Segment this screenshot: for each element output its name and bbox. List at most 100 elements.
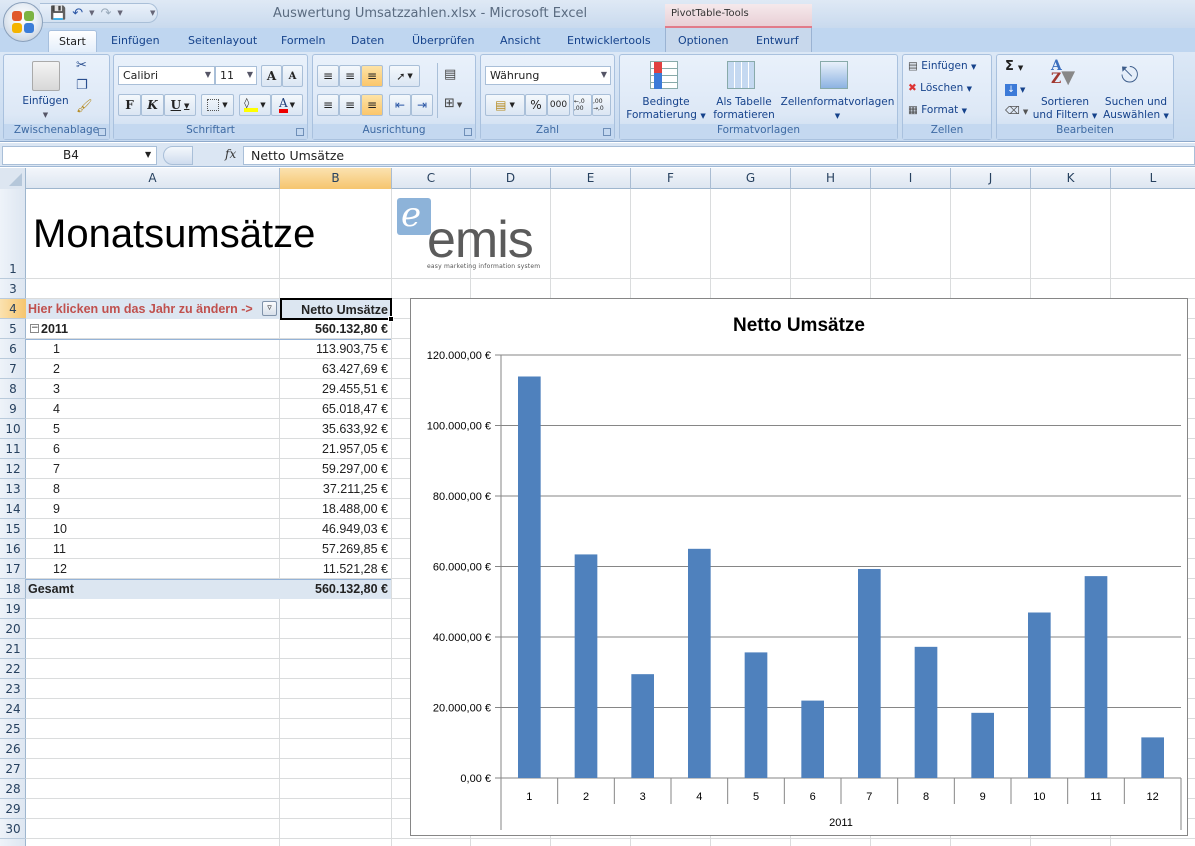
tab-seitenlayout[interactable]: Seitenlayout (178, 30, 267, 52)
undo-icon[interactable]: ↶ (72, 7, 83, 20)
row-header-5[interactable]: 5 (0, 319, 26, 339)
redo-dropdown-icon[interactable]: ▼ (117, 9, 122, 17)
pivot-filter-button[interactable]: ▿ (262, 301, 277, 316)
select-all-button[interactable] (0, 168, 26, 189)
increase-decimal-button[interactable]: ←,0 ,00 (573, 94, 592, 116)
row-header-24[interactable]: 24 (0, 699, 26, 719)
tab-entwurf[interactable]: Entwurf (746, 30, 809, 52)
tab-start[interactable]: Start (48, 30, 97, 52)
borders-button[interactable]: ▼ (201, 94, 234, 116)
row-header-25[interactable]: 25 (0, 719, 26, 739)
column-header-h[interactable]: H (791, 168, 871, 189)
shrink-font-button[interactable]: A (282, 65, 303, 87)
row-header-16[interactable]: 16 (0, 539, 26, 559)
chart-netto-umsaetze[interactable]: Netto Umsätze 0,00 € 20.000,00 € 40.000,00 … (410, 298, 1188, 836)
font-size-select[interactable]: 11 ▼ (215, 66, 257, 85)
row-header-28[interactable]: 28 (0, 779, 26, 799)
row-header-30[interactable]: 30 (0, 819, 26, 839)
align-left-button[interactable]: ≡ (317, 94, 339, 116)
alignment-launcher-icon[interactable] (464, 128, 472, 136)
paste-button[interactable]: Einfügen ▼ (18, 95, 73, 122)
cut-icon[interactable]: ✂ (76, 58, 87, 73)
row-header-10[interactable]: 10 (0, 419, 26, 439)
insert-function-icon[interactable]: fx (225, 147, 236, 161)
increase-indent-button[interactable]: ⇥ (411, 94, 433, 116)
tab-entwicklertools[interactable]: Entwicklertools (557, 30, 661, 52)
copy-icon[interactable]: ❐ (76, 78, 88, 93)
row-header-13[interactable]: 13 (0, 479, 26, 499)
number-launcher-icon[interactable] (603, 128, 611, 136)
row-header-14[interactable]: 14 (0, 499, 26, 519)
align-center-button[interactable]: ≡ (339, 94, 361, 116)
orientation-button[interactable]: ➚ ▼ (389, 65, 420, 87)
formula-bar-expander[interactable] (163, 146, 193, 165)
clipboard-launcher-icon[interactable] (98, 128, 106, 136)
number-format-select[interactable]: Währung ▼ (485, 66, 611, 85)
row-header-4[interactable]: 4 (0, 299, 26, 319)
customize-qat-icon[interactable]: ▼ (150, 9, 155, 17)
row-header-20[interactable]: 20 (0, 619, 26, 639)
align-right-button[interactable]: ≡ (361, 94, 383, 116)
office-button[interactable] (3, 2, 43, 42)
collapse-icon[interactable]: − (30, 324, 39, 333)
column-header-a[interactable]: A (26, 168, 280, 189)
delete-cells-button[interactable]: ✖ Löschen ▼ (908, 82, 972, 96)
row-header-23[interactable]: 23 (0, 679, 26, 699)
align-top-button[interactable]: ≡ (317, 65, 339, 87)
row-header-21[interactable]: 21 (0, 639, 26, 659)
row-header-15[interactable]: 15 (0, 519, 26, 539)
conditional-formatting-button[interactable]: Bedingte Formatierung ▼ (622, 96, 710, 123)
align-middle-button[interactable]: ≡ (339, 65, 361, 87)
row-header-8[interactable]: 8 (0, 379, 26, 399)
name-box[interactable]: B4 (2, 146, 157, 165)
row-header-26[interactable]: 26 (0, 739, 26, 759)
font-launcher-icon[interactable] (296, 128, 304, 136)
bold-button[interactable]: F (118, 94, 141, 116)
column-header-l[interactable]: L (1111, 168, 1195, 189)
formula-input[interactable]: Netto Umsätze (243, 146, 1195, 165)
clear-button[interactable]: ⌫ ▼ (1005, 105, 1028, 119)
sort-filter-button[interactable]: Sortieren und Filtern ▼ (1031, 96, 1099, 123)
pivot-value-header[interactable]: Netto Umsätze (280, 298, 392, 320)
column-header-i[interactable]: I (871, 168, 951, 189)
tab-ansicht[interactable]: Ansicht (490, 30, 551, 52)
column-header-c[interactable]: C (392, 168, 471, 189)
row-header-7[interactable]: 7 (0, 359, 26, 379)
row-header-1[interactable]: 1 (0, 189, 26, 279)
row-header-22[interactable]: 22 (0, 659, 26, 679)
fill-button[interactable]: ↓ ▼ (1005, 83, 1025, 97)
insert-cells-button[interactable]: ▤ Einfügen ▼ (908, 60, 976, 74)
row-header-17[interactable]: 17 (0, 559, 26, 579)
font-color-button[interactable]: A ▼ (271, 94, 303, 116)
font-name-select[interactable]: Calibri ▼ (118, 66, 215, 85)
format-painter-icon[interactable]: 🖌 (76, 99, 93, 114)
row-header-18[interactable]: 18 (0, 579, 26, 599)
tab-einfuegen[interactable]: Einfügen (101, 30, 170, 52)
redo-icon[interactable]: ↷ (100, 7, 111, 20)
row-header-6[interactable]: 6 (0, 339, 26, 359)
row-header-19[interactable]: 19 (0, 599, 26, 619)
row-header-11[interactable]: 11 (0, 439, 26, 459)
decrease-decimal-button[interactable]: ,00 →,0 (592, 94, 611, 116)
align-bottom-button[interactable]: ≡ (361, 65, 383, 87)
column-header-k[interactable]: K (1031, 168, 1111, 189)
column-header-g[interactable]: G (711, 168, 791, 189)
tab-optionen[interactable]: Optionen (668, 30, 738, 52)
column-header-j[interactable]: J (951, 168, 1031, 189)
undo-dropdown-icon[interactable]: ▼ (89, 9, 94, 17)
thousands-separator-button[interactable]: 000 (547, 94, 570, 116)
column-header-e[interactable]: E (551, 168, 631, 189)
autosum-button[interactable]: Σ ▼ (1005, 60, 1023, 75)
cell-styles-button[interactable]: Zellenformatvorlagen ▼ (780, 96, 895, 123)
save-icon[interactable]: 💾 (50, 7, 66, 20)
italic-button[interactable]: K (141, 94, 164, 116)
decrease-indent-button[interactable]: ⇤ (389, 94, 411, 116)
column-header-f[interactable]: F (631, 168, 711, 189)
row-header-3[interactable]: 3 (0, 279, 26, 299)
row-header-12[interactable]: 12 (0, 459, 26, 479)
percent-button[interactable]: % (525, 94, 547, 116)
column-header-d[interactable]: D (471, 168, 551, 189)
column-header-b[interactable]: B (280, 168, 392, 189)
tab-daten[interactable]: Daten (341, 30, 394, 52)
grow-font-button[interactable]: A (261, 65, 282, 87)
